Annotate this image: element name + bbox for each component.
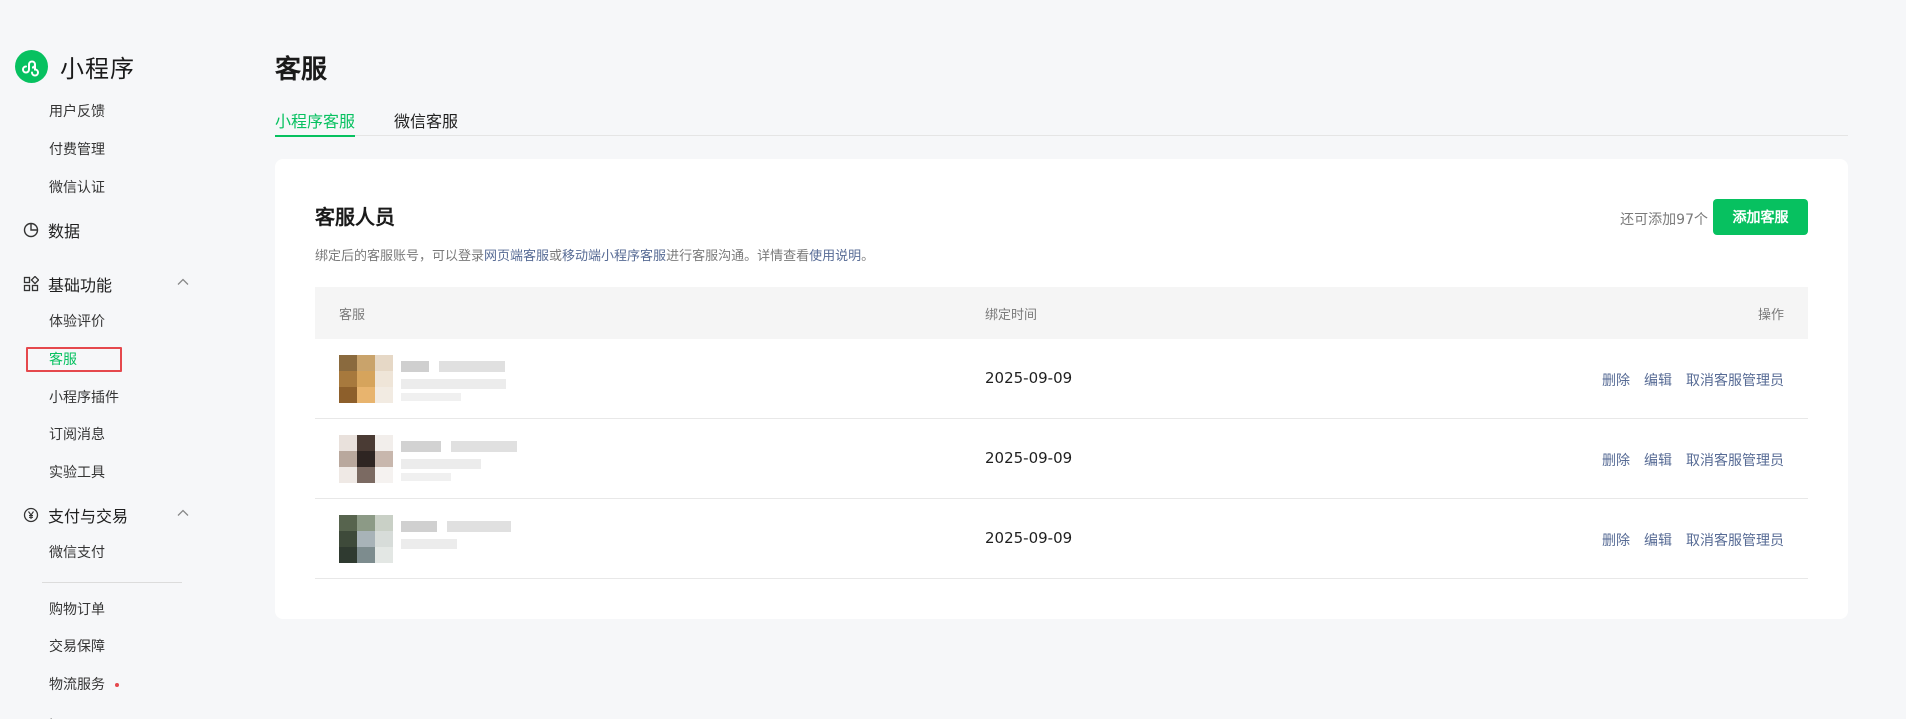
sidebar-item-paid-management[interactable]: 付费管理: [49, 140, 105, 160]
sidebar-item-partial[interactable]: ·: [49, 710, 53, 719]
sidebar: 小程序 用户反馈 付费管理 微信认证 数据 基础功能 体验评价 客服 小程序插件…: [0, 0, 230, 719]
table-row: 2025-09-09 删除 编辑 取消客服管理员: [315, 339, 1808, 419]
column-header-service: 客服: [339, 308, 366, 323]
sidebar-item-logistics[interactable]: 物流服务: [49, 675, 119, 695]
service-staff-card: 客服人员 绑定后的客服账号，可以登录网页端客服或移动端小程序客服进行客服沟通。详…: [275, 159, 1848, 619]
column-header-bind-time: 绑定时间: [985, 308, 1038, 323]
edit-button[interactable]: 编辑: [1644, 373, 1672, 389]
pie-chart-icon: [22, 221, 40, 239]
column-header-actions: 操作: [1757, 308, 1784, 323]
sidebar-item-shopping-orders[interactable]: 购物订单: [49, 600, 105, 620]
service-table: 客服 绑定时间 操作 2025-09-09 删除 编辑 取消客服管理员 2025…: [315, 287, 1808, 579]
brand-name: 小程序: [60, 55, 135, 83]
sidebar-group-data-label: 数据: [48, 222, 81, 241]
tab-miniprogram-service[interactable]: 小程序客服: [275, 108, 356, 137]
table-row: 2025-09-09 删除 编辑 取消客服管理员: [315, 499, 1808, 579]
sidebar-item-user-feedback[interactable]: 用户反馈: [49, 102, 105, 122]
brand[interactable]: 小程序: [15, 49, 135, 84]
desc-text: 。: [861, 249, 875, 264]
yuan-coin-icon: [22, 506, 40, 524]
sidebar-item-experience-review[interactable]: 体验评价: [49, 312, 105, 332]
usage-guide-link[interactable]: 使用说明: [809, 249, 861, 264]
sidebar-group-basic[interactable]: 基础功能: [22, 272, 190, 296]
bind-time: 2025-09-09: [985, 449, 1073, 467]
sidebar-item-plugins[interactable]: 小程序插件: [49, 388, 119, 408]
desc-text: 或: [549, 249, 563, 264]
sidebar-item-experiment-tools[interactable]: 实验工具: [49, 463, 105, 483]
table-row: 2025-09-09 删除 编辑 取消客服管理员: [315, 419, 1808, 499]
edit-button[interactable]: 编辑: [1644, 453, 1672, 469]
cancel-admin-button[interactable]: 取消客服管理员: [1686, 373, 1784, 389]
sidebar-item-trade-guarantee[interactable]: 交易保障: [49, 637, 105, 657]
active-item-highlight: [26, 347, 122, 372]
card-title: 客服人员: [315, 205, 395, 229]
app-root: 小程序 用户反馈 付费管理 微信认证 数据 基础功能 体验评价 客服 小程序插件…: [0, 0, 1906, 719]
grid-apps-icon: [22, 275, 40, 293]
avatar: [339, 355, 393, 403]
page-title: 客服: [275, 55, 328, 85]
mobile-service-link[interactable]: 移动端小程序客服: [562, 249, 666, 264]
add-service-button[interactable]: 添加客服: [1713, 199, 1808, 235]
sidebar-group-data[interactable]: 数据: [22, 218, 190, 242]
notification-dot-icon: [115, 683, 119, 687]
cancel-admin-button[interactable]: 取消客服管理员: [1686, 533, 1784, 549]
sidebar-item-subscribe-message[interactable]: 订阅消息: [49, 425, 105, 445]
delete-button[interactable]: 删除: [1602, 373, 1630, 389]
tab-wechat-service[interactable]: 微信客服: [394, 108, 458, 136]
edit-button[interactable]: 编辑: [1644, 533, 1672, 549]
cancel-admin-button[interactable]: 取消客服管理员: [1686, 453, 1784, 469]
sidebar-group-basic-label: 基础功能: [48, 276, 113, 295]
bind-time: 2025-09-09: [985, 529, 1073, 547]
web-service-link[interactable]: 网页端客服: [484, 249, 549, 264]
table-header: 客服 绑定时间 操作: [315, 287, 1808, 339]
miniprogram-logo-icon: [15, 50, 48, 83]
row-actions: 删除 编辑 取消客服管理员: [1588, 530, 1784, 550]
sidebar-item-logistics-label: 物流服务: [49, 677, 105, 693]
avatar: [339, 435, 393, 483]
row-actions: 删除 编辑 取消客服管理员: [1588, 370, 1784, 390]
tab-bar: 小程序客服 微信客服: [275, 108, 1848, 137]
avatar: [339, 515, 393, 563]
desc-text: 绑定后的客服账号，可以登录: [315, 249, 485, 264]
chevron-up-icon[interactable]: [176, 505, 190, 524]
delete-button[interactable]: 删除: [1602, 533, 1630, 549]
sidebar-group-pay[interactable]: 支付与交易: [22, 503, 190, 527]
sidebar-group-pay-label: 支付与交易: [48, 507, 129, 526]
bind-time: 2025-09-09: [985, 369, 1073, 387]
sidebar-divider: [42, 582, 182, 583]
row-actions: 删除 编辑 取消客服管理员: [1588, 450, 1784, 470]
desc-text: 进行客服沟通。详情查看: [666, 249, 810, 264]
chevron-up-icon[interactable]: [176, 274, 190, 293]
card-description: 绑定后的客服账号，可以登录网页端客服或移动端小程序客服进行客服沟通。详情查看使用…: [315, 245, 874, 264]
delete-button[interactable]: 删除: [1602, 453, 1630, 469]
sidebar-item-wechat-pay[interactable]: 微信支付: [49, 543, 105, 563]
remaining-quota: 还可添加97个: [1620, 212, 1708, 228]
sidebar-item-wechat-verify[interactable]: 微信认证: [49, 178, 105, 198]
